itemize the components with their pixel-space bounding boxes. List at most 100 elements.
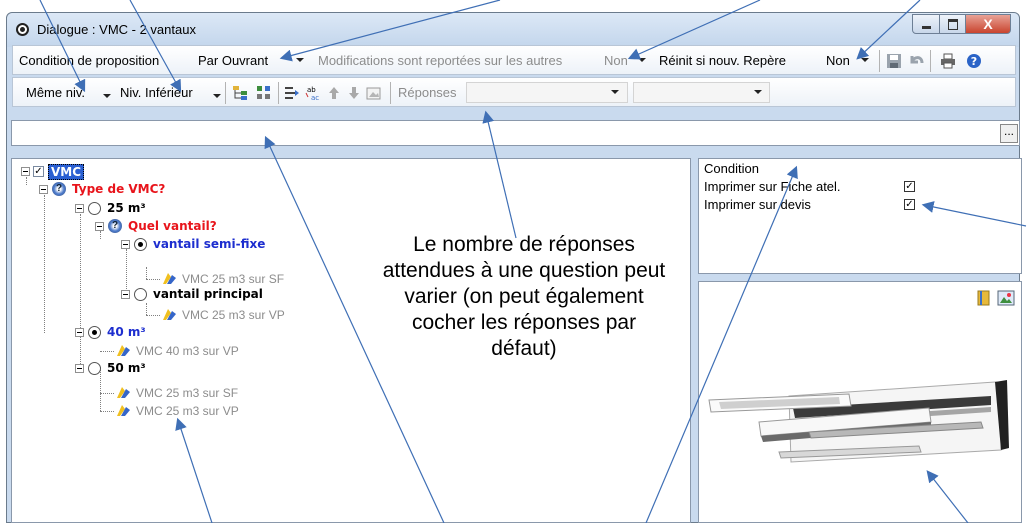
tree-connector [100,367,101,411]
answer-radio[interactable] [88,362,101,375]
tree-expand-icon[interactable] [232,85,248,101]
chevron-down-icon[interactable] [296,58,304,62]
tree-answer-50[interactable]: 50 m³ [107,361,146,375]
condition-label: Condition de proposition [19,53,160,68]
lower-level-button[interactable]: Niv. Inférieur [120,85,193,100]
toolbar-separator [930,50,931,72]
help-icon[interactable]: ? [966,53,982,69]
svg-text:?: ? [971,55,977,68]
product-icon [163,273,176,284]
toolbar-separator [879,50,880,72]
tree-connector [146,303,147,315]
collapse-toggle[interactable] [39,185,48,194]
collapse-toggle[interactable] [121,290,130,299]
collapse-toggle[interactable] [121,240,130,249]
image-panel [698,281,1022,523]
modifications-label: Modifications sont reportées sur les aut… [318,53,563,68]
tree-grid-icon[interactable] [256,85,272,101]
chevron-down-icon[interactable] [754,90,762,94]
tree-connector [126,249,127,295]
save-icon[interactable] [886,53,902,69]
print-quote-label: Imprimer sur devis [704,197,811,212]
tree-leaf-50-sf[interactable]: VMC 25 m3 sur SF [136,386,238,400]
rename-icon[interactable]: abac [304,85,320,101]
tree-leaf-50-vp[interactable]: VMC 25 m3 sur VP [136,404,239,418]
answer-radio-selected[interactable] [134,238,147,251]
maximize-button[interactable] [939,14,966,34]
tree-leaf-40-vp[interactable]: VMC 40 m3 sur VP [136,344,239,358]
question-icon: ? [108,219,122,233]
answer-radio[interactable] [134,288,147,301]
close-icon: X [983,16,993,32]
modifications-dropdown[interactable]: Non [604,53,628,68]
toolbar-separator [390,82,391,104]
app-logo-icon [16,23,29,36]
tree-answer-principal[interactable]: vantail principal [153,287,263,301]
tree-connector [80,214,81,364]
question-icon: ? [52,182,66,196]
condition-title: Condition [704,161,759,176]
move-down-icon[interactable] [346,85,362,101]
tree-connector [100,411,114,412]
tree-question-type[interactable]: Type de VMC? [72,182,165,196]
collapse-toggle[interactable] [21,167,30,176]
tree-toolbar: Même niv. Niv. Inférieur ab ac Réponses [12,77,1016,107]
undo-icon[interactable] [908,53,924,69]
chevron-down-icon[interactable] [861,58,869,62]
image-icon[interactable] [366,85,382,101]
window-title: Dialogue : VMC - 2 vantaux [37,22,196,37]
minimize-button[interactable] [912,14,940,34]
tree-connector [146,267,147,279]
tree-connector [100,393,114,394]
indent-icon[interactable] [284,85,300,101]
responses-label: Réponses [398,85,457,100]
tree-connector [100,351,114,352]
tree-answer-40[interactable]: 40 m³ [107,325,146,339]
tree-connector [100,231,101,239]
product-icon [117,345,130,356]
condition-panel: Condition Imprimer sur Fiche atel. ✓ Imp… [698,158,1022,274]
move-up-icon[interactable] [326,85,342,101]
tree-connector [44,195,45,333]
same-level-button[interactable]: Même niv. [26,85,85,100]
product-image [708,380,1009,463]
print-sheet-checkbox[interactable]: ✓ [904,181,915,192]
product-icon [163,309,176,320]
product-icon [117,405,130,416]
tree-connector [146,315,160,316]
print-sheet-label: Imprimer sur Fiche atel. [704,179,841,194]
print-quote-checkbox[interactable]: ✓ [904,199,915,210]
close-button[interactable]: X [965,14,1011,34]
collapse-toggle[interactable] [75,364,84,373]
collapse-toggle[interactable] [95,222,104,231]
chevron-down-icon[interactable] [638,58,646,62]
responses-combo-2[interactable] [633,82,770,103]
chevron-down-icon[interactable] [213,94,221,98]
tree-answer-semi-fixe[interactable]: vantail semi-fixe [153,237,265,251]
formula-browse-button[interactable]: ... [1000,124,1018,143]
root-checkbox[interactable]: ✓ [33,166,44,177]
toolbar-separator [278,82,279,104]
print-icon[interactable] [940,53,956,69]
answer-radio-selected[interactable] [88,326,101,339]
toolbar-separator [225,82,226,104]
collapse-toggle[interactable] [75,204,84,213]
tree-question-vantail[interactable]: Quel vantail? [128,219,217,233]
tree-leaf-sf[interactable]: VMC 25 m3 sur SF [182,272,284,286]
tree-answer-25[interactable]: 25 m³ [107,201,146,215]
svg-text:ab: ab [307,86,316,94]
svg-text:ac: ac [311,94,319,101]
chevron-down-icon[interactable] [611,90,619,94]
condition-toolbar: Condition de proposition Par Ouvrant Mod… [12,45,1016,75]
tree-leaf-vp[interactable]: VMC 25 m3 sur VP [182,308,285,322]
chevron-down-icon[interactable] [103,94,111,98]
responses-combo-1[interactable] [466,82,628,103]
title-bar[interactable]: Dialogue : VMC - 2 vantaux X [7,13,1019,47]
reinit-dropdown[interactable]: Non [826,53,850,68]
condition-dropdown[interactable]: Par Ouvrant [198,53,268,68]
formula-input[interactable]: ... [11,120,1020,146]
reinit-label: Réinit si nouv. Repère [659,53,786,68]
collapse-toggle[interactable] [75,328,84,337]
tree-root-vmc[interactable]: VMC [48,164,85,180]
answer-radio[interactable] [88,202,101,215]
